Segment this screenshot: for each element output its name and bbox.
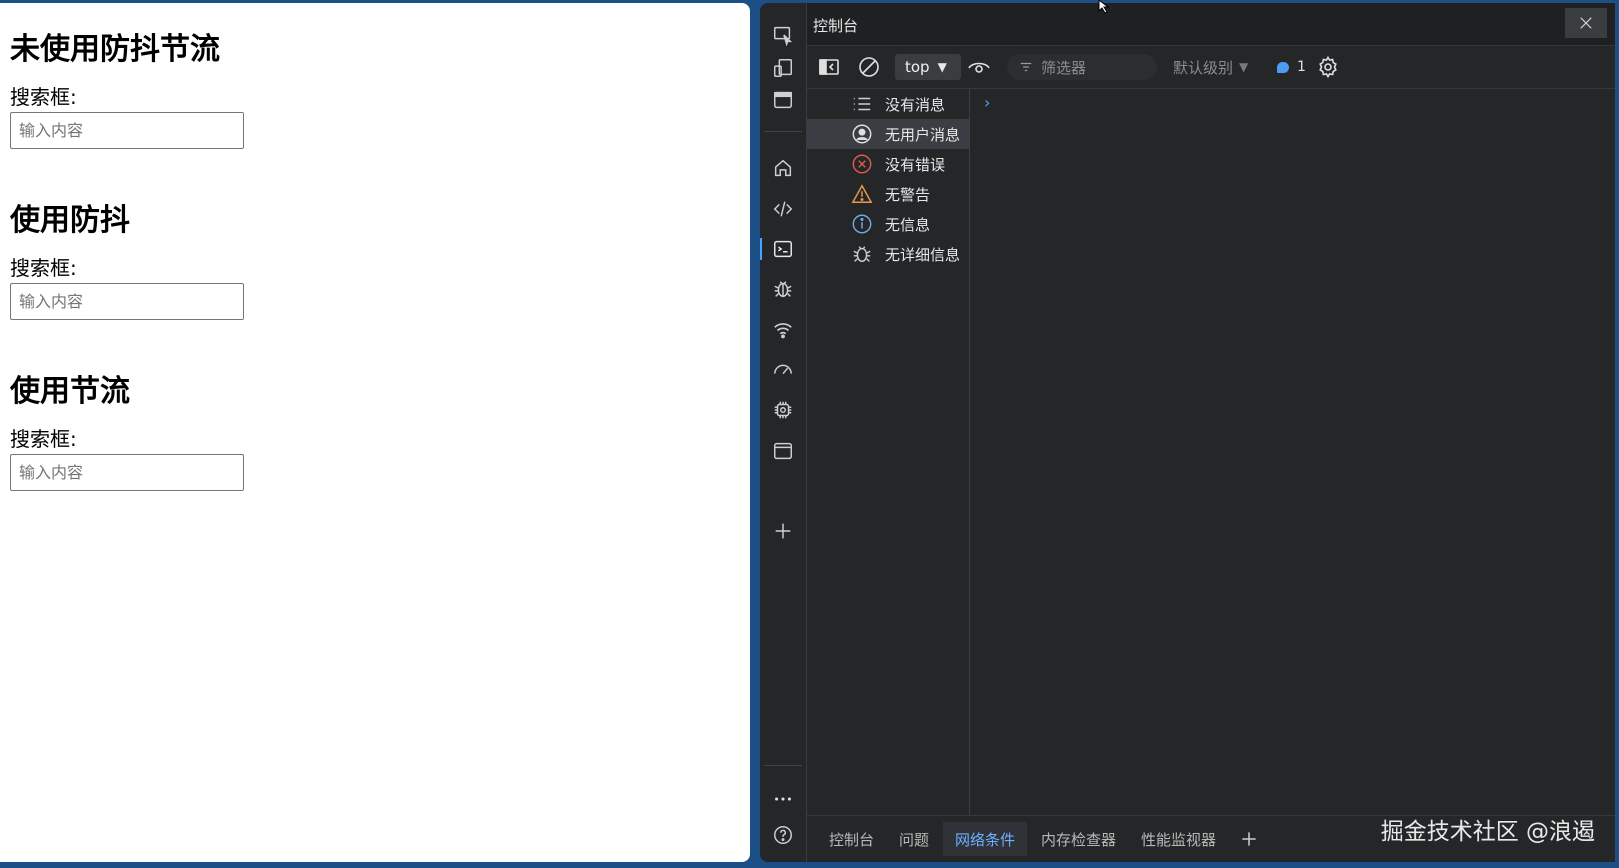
gear-icon bbox=[1319, 55, 1337, 79]
section-no-debounce: 未使用防抖节流 搜索框: bbox=[10, 30, 244, 149]
sidebar-item-info[interactable]: 无信息 bbox=[807, 209, 969, 239]
add-tool-icon[interactable] bbox=[765, 514, 801, 548]
chevron-down-icon: ▼ bbox=[1239, 60, 1249, 74]
clear-console-button[interactable] bbox=[857, 54, 881, 80]
search-label: 搜索框: bbox=[10, 427, 77, 451]
info-icon bbox=[851, 213, 873, 235]
console-output[interactable]: › bbox=[970, 89, 1615, 816]
memory-chip-icon[interactable] bbox=[765, 393, 801, 427]
devtools-panel: 控制台 top ▼ 筛选器 默认级别 ▼ 1 没有消息 无用户消息 没有错误 无… bbox=[760, 3, 1615, 862]
section-heading: 未使用防抖节流 bbox=[10, 32, 220, 67]
device-emulation-icon[interactable] bbox=[765, 51, 801, 85]
help-icon[interactable] bbox=[765, 818, 801, 852]
console-toolbar: top ▼ 筛选器 默认级别 ▼ 1 bbox=[807, 46, 1615, 89]
section-debounce: 使用防抖 搜索框: bbox=[10, 201, 244, 320]
inspect-element-icon[interactable] bbox=[765, 18, 801, 52]
sidebar-item-label: 无警告 bbox=[885, 185, 931, 204]
toggle-sidebar-button[interactable] bbox=[817, 54, 841, 80]
list-icon bbox=[851, 93, 873, 115]
clear-icon bbox=[859, 57, 879, 77]
context-value: top bbox=[905, 58, 930, 76]
sidebar-item-label: 无信息 bbox=[885, 215, 931, 234]
filter-placeholder: 筛选器 bbox=[1041, 58, 1087, 77]
filter-input[interactable]: 筛选器 bbox=[1007, 54, 1157, 80]
devtools-titlebar: 控制台 bbox=[807, 3, 1615, 46]
activity-bar bbox=[760, 3, 807, 862]
error-icon bbox=[851, 153, 873, 175]
bug-icon bbox=[851, 243, 873, 265]
context-selector[interactable]: top ▼ bbox=[895, 54, 961, 80]
close-button[interactable] bbox=[1565, 8, 1607, 38]
plus-icon bbox=[1242, 832, 1256, 846]
bug-icon[interactable] bbox=[765, 272, 801, 306]
message-count-button[interactable]: 1 bbox=[1277, 54, 1306, 80]
sidebar-item-user-messages[interactable]: 无用户消息 bbox=[807, 119, 969, 149]
elements-code-icon[interactable] bbox=[765, 192, 801, 226]
eye-icon bbox=[968, 62, 990, 73]
mouse-cursor-icon bbox=[1098, 0, 1110, 14]
console-settings-button[interactable] bbox=[1316, 54, 1340, 80]
live-expression-button[interactable] bbox=[967, 54, 991, 80]
performance-gauge-icon[interactable] bbox=[765, 353, 801, 387]
console-sidebar: 没有消息 无用户消息 没有错误 无警告 无信息 无详细信息 bbox=[807, 89, 970, 816]
filter-icon bbox=[1020, 62, 1032, 72]
close-icon bbox=[1580, 17, 1592, 29]
sidebar-item-warnings[interactable]: 无警告 bbox=[807, 179, 969, 209]
sidebar-item-verbose[interactable]: 无详细信息 bbox=[807, 239, 969, 269]
activity-separator bbox=[764, 765, 802, 766]
sidebar-item-label: 没有错误 bbox=[885, 155, 946, 174]
section-throttle: 使用节流 搜索框: bbox=[10, 372, 244, 491]
sidebar-item-label: 没有消息 bbox=[885, 95, 946, 114]
chevron-down-icon: ▼ bbox=[937, 60, 947, 74]
tab-network-conditions[interactable]: 网络条件 bbox=[943, 822, 1028, 856]
window-icon[interactable] bbox=[765, 83, 801, 117]
add-tab-button[interactable] bbox=[1227, 822, 1271, 856]
sidebar-toggle-icon bbox=[819, 59, 839, 75]
tab-performance-monitor[interactable]: 性能监视器 bbox=[1129, 822, 1228, 856]
warning-icon bbox=[851, 183, 873, 205]
tab-console[interactable]: 控制台 bbox=[817, 822, 886, 856]
more-icon[interactable] bbox=[765, 782, 801, 816]
search-label: 搜索框: bbox=[10, 85, 77, 109]
console-prompt[interactable]: › bbox=[984, 93, 990, 112]
tab-memory-inspector[interactable]: 内存检查器 bbox=[1029, 822, 1128, 856]
sidebar-item-messages[interactable]: 没有消息 bbox=[807, 89, 969, 119]
drawer-tabbar: 控制台 问题 网络条件 内存检查器 性能监视器 掘金技术社区 @浪遏 bbox=[807, 815, 1615, 862]
tab-issues[interactable]: 问题 bbox=[887, 822, 941, 856]
user-icon bbox=[851, 123, 873, 145]
panel-title: 控制台 bbox=[813, 17, 859, 35]
activity-separator bbox=[764, 131, 802, 132]
search-input[interactable] bbox=[10, 454, 244, 491]
log-level-value: 默认级别 bbox=[1173, 58, 1234, 77]
message-count: 1 bbox=[1297, 59, 1306, 75]
log-level-dropdown[interactable]: 默认级别 ▼ bbox=[1173, 54, 1248, 80]
console-icon[interactable] bbox=[760, 232, 801, 266]
application-icon[interactable] bbox=[765, 434, 801, 468]
message-icon bbox=[1277, 61, 1289, 73]
watermark: 掘金技术社区 @浪遏 bbox=[1380, 819, 1595, 845]
search-label: 搜索框: bbox=[10, 256, 77, 280]
wifi-icon[interactable] bbox=[765, 313, 801, 347]
sidebar-item-label: 无详细信息 bbox=[885, 245, 961, 264]
search-input[interactable] bbox=[10, 112, 244, 149]
section-heading: 使用防抖 bbox=[10, 203, 130, 238]
sidebar-item-label: 无用户消息 bbox=[885, 125, 961, 144]
web-page: 未使用防抖节流 搜索框: 使用防抖 搜索框: 使用节流 搜索框: bbox=[0, 3, 750, 862]
home-icon[interactable] bbox=[765, 151, 801, 185]
section-heading: 使用节流 bbox=[10, 374, 130, 409]
sidebar-item-errors[interactable]: 没有错误 bbox=[807, 149, 969, 179]
search-input[interactable] bbox=[10, 283, 244, 320]
